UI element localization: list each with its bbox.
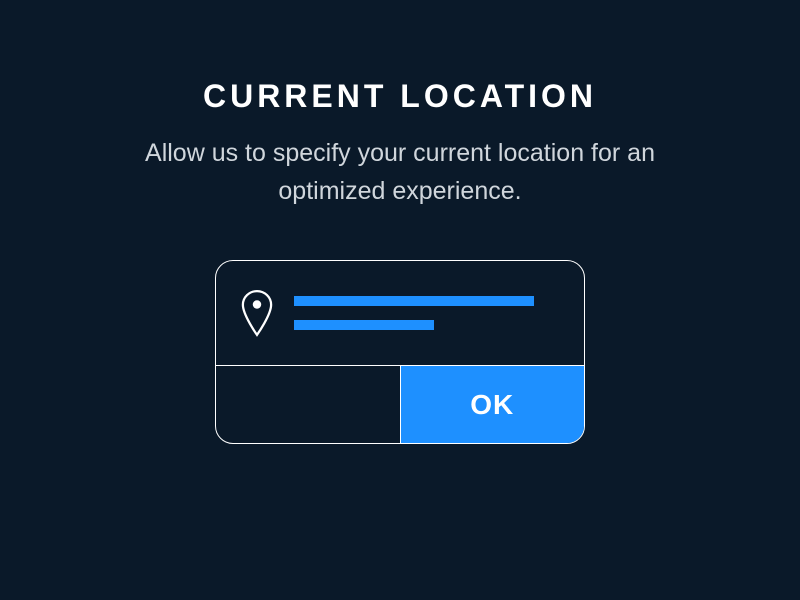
prompt-actions: OK — [216, 365, 584, 443]
placeholder-text-lines — [294, 296, 560, 330]
cancel-button[interactable] — [216, 366, 401, 443]
ok-button[interactable]: OK — [401, 366, 585, 443]
placeholder-line — [294, 320, 434, 330]
prompt-body — [216, 261, 584, 365]
location-permission-card: OK — [215, 260, 585, 444]
placeholder-line — [294, 296, 534, 306]
page-title: CURRENT LOCATION — [203, 78, 597, 115]
location-pin-icon — [240, 289, 274, 337]
page-description: Allow us to specify your current locatio… — [120, 135, 680, 210]
